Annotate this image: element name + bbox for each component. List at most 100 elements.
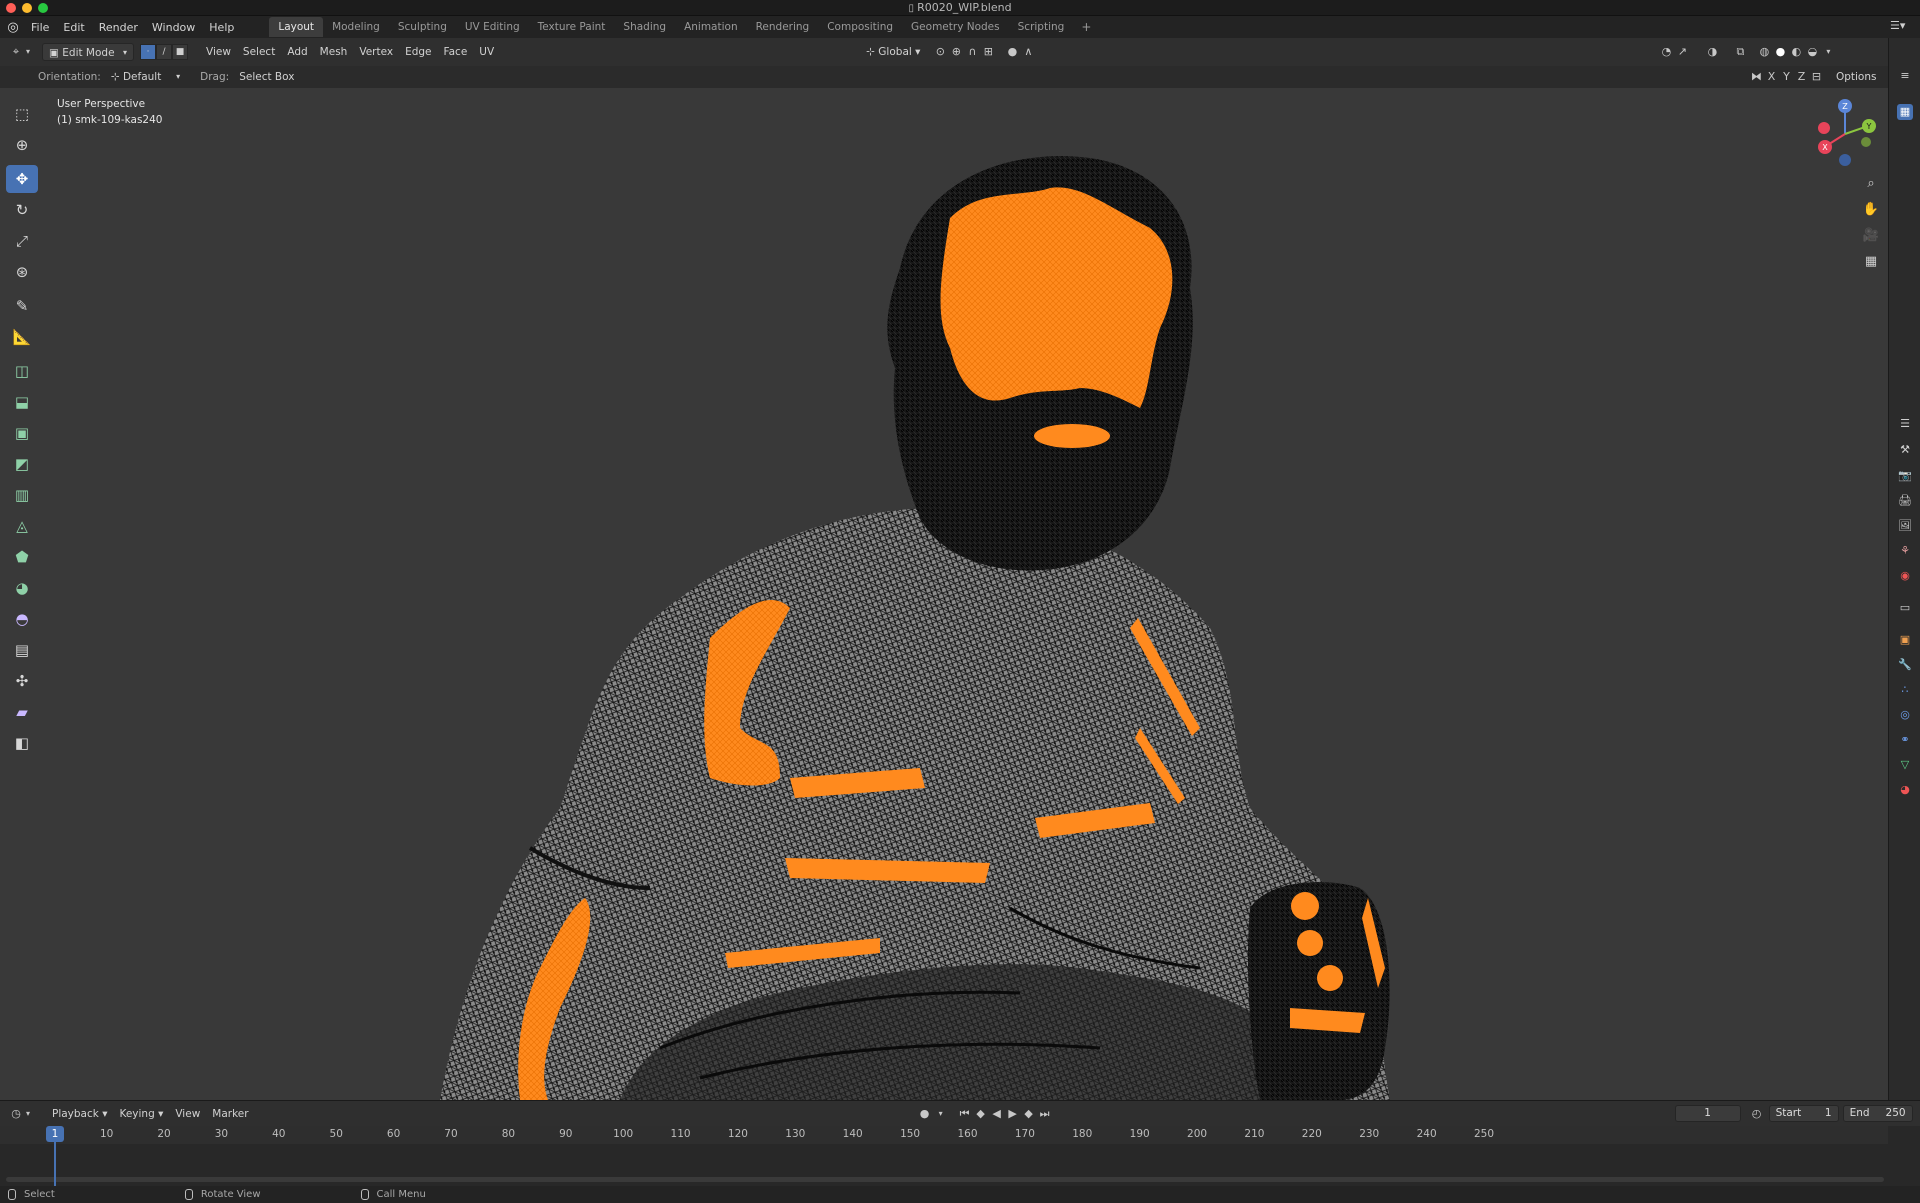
tab-rendering[interactable]: Rendering	[747, 17, 819, 37]
menu-window[interactable]: Window	[145, 21, 202, 34]
add-workspace-button[interactable]: +	[1073, 20, 1099, 34]
edge-slide-tool[interactable]: ▤	[6, 636, 38, 664]
menu-mesh[interactable]: Mesh	[314, 43, 354, 61]
visibility-icon[interactable]: ◔	[1658, 44, 1674, 60]
rotate-tool[interactable]: ↻	[6, 196, 38, 224]
playhead[interactable]	[54, 1142, 56, 1186]
scene-collection-icon[interactable]: ▦	[1897, 104, 1913, 120]
menu-add[interactable]: Add	[281, 43, 313, 61]
tab-animation[interactable]: Animation	[675, 17, 747, 37]
prev-keyframe-icon[interactable]: ◆	[973, 1106, 989, 1122]
menu-edit[interactable]: Edit	[56, 21, 91, 34]
tab-shading[interactable]: Shading	[614, 17, 675, 37]
timeline-scrollbar[interactable]	[6, 1177, 1884, 1182]
constraints-properties-icon[interactable]: ⚭	[1897, 732, 1913, 748]
frame-tick-label[interactable]: 210	[1244, 1128, 1264, 1140]
end-frame-field[interactable]: End 250	[1842, 1105, 1913, 1122]
frame-tick-label[interactable]: 20	[157, 1128, 170, 1140]
frame-tick-label[interactable]: 200	[1187, 1128, 1207, 1140]
xray-icon[interactable]: ⧉	[1732, 44, 1748, 60]
overlay-icon[interactable]: ◑	[1704, 44, 1720, 60]
poly-build-tool[interactable]: ⬟	[6, 543, 38, 571]
timer-icon[interactable]: ◴	[1749, 1106, 1765, 1122]
outliner-icon[interactable]: ≡	[1897, 68, 1913, 84]
smooth-tool[interactable]: ◓	[6, 605, 38, 633]
tab-scripting[interactable]: Scripting	[1009, 17, 1074, 37]
next-keyframe-icon[interactable]: ◆	[1021, 1106, 1037, 1122]
rendered-shading-icon[interactable]: ◒	[1804, 44, 1820, 60]
tool-properties-icon[interactable]: ⚒	[1897, 442, 1913, 458]
gizmo-toggle-icon[interactable]: ↗	[1674, 44, 1690, 60]
loop-cut-tool[interactable]: ▥	[6, 481, 38, 509]
rip-tool[interactable]: ◧	[6, 729, 38, 757]
frame-tick-label[interactable]: 250	[1474, 1128, 1494, 1140]
menu-render[interactable]: Render	[92, 21, 145, 34]
blender-logo-icon[interactable]: ◎	[2, 16, 24, 38]
frame-tick-label[interactable]: 70	[444, 1128, 457, 1140]
snap-icon[interactable]: ⊕	[948, 44, 964, 60]
frame-tick-label[interactable]: 180	[1072, 1128, 1092, 1140]
drag-dropdown[interactable]: Select Box ▾	[233, 68, 305, 101]
annotate-tool[interactable]: ✎	[6, 292, 38, 320]
record-icon[interactable]: ●	[917, 1106, 933, 1122]
transform-tool[interactable]: ⊛	[6, 258, 38, 286]
clock-icon[interactable]: ◷	[8, 1106, 24, 1122]
pan-hand-icon[interactable]: ✋	[1858, 198, 1884, 222]
menu-edge[interactable]: Edge	[399, 43, 437, 61]
mirror-icon[interactable]: ⧓	[1749, 69, 1764, 85]
topology-mirror-icon[interactable]: ⊟	[1809, 69, 1824, 85]
scene-properties-icon[interactable]: ⚘	[1897, 543, 1913, 559]
frame-tick-label[interactable]: 30	[215, 1128, 228, 1140]
options-dropdown[interactable]: Options ▾	[1830, 68, 1888, 101]
vertex-select-button[interactable]: ·	[140, 44, 156, 60]
modifier-properties-icon[interactable]: 🔧	[1897, 657, 1913, 673]
render-properties-icon[interactable]: 📷	[1897, 468, 1913, 484]
tab-compositing[interactable]: Compositing	[818, 17, 902, 37]
collection-properties-icon[interactable]: ▭	[1897, 600, 1913, 616]
start-frame-field[interactable]: Start 1	[1768, 1105, 1839, 1122]
wireframe-shading-icon[interactable]: ◍	[1756, 44, 1772, 60]
mirror-z-toggle[interactable]: Z	[1794, 69, 1809, 85]
tab-layout[interactable]: Layout	[269, 17, 324, 37]
frame-tick-label[interactable]: 220	[1302, 1128, 1322, 1140]
jump-start-icon[interactable]: ⏮	[957, 1106, 973, 1122]
play-reverse-icon[interactable]: ◀	[989, 1106, 1005, 1122]
frame-tick-label[interactable]: 40	[272, 1128, 285, 1140]
add-cube-tool[interactable]: ◫	[6, 357, 38, 385]
spin-tool[interactable]: ◕	[6, 574, 38, 602]
frame-tick-label[interactable]: 140	[843, 1128, 863, 1140]
mode-dropdown[interactable]: ▣ Edit Mode ▾	[42, 43, 134, 61]
extrude-tool[interactable]: ⬓	[6, 388, 38, 416]
physics-properties-icon[interactable]: ◎	[1897, 707, 1913, 723]
tab-sculpting[interactable]: Sculpting	[389, 17, 456, 37]
chevron-down-icon[interactable]: ▾	[1820, 44, 1836, 60]
frame-tick-label[interactable]: 10	[100, 1128, 113, 1140]
solid-shading-icon[interactable]: ●	[1772, 44, 1788, 60]
select-box-tool[interactable]: ⬚	[6, 100, 38, 128]
current-frame-field[interactable]: 1	[1674, 1105, 1741, 1122]
face-select-button[interactable]: ■	[172, 44, 188, 60]
frame-tick-label[interactable]: 160	[957, 1128, 977, 1140]
material-shading-icon[interactable]: ◐	[1788, 44, 1804, 60]
menu-face[interactable]: Face	[438, 43, 474, 61]
pivot-point-icon[interactable]: ⊙	[932, 44, 948, 60]
menu-uv[interactable]: UV	[473, 43, 500, 61]
frame-tick-label[interactable]: 80	[502, 1128, 515, 1140]
zoom-icon[interactable]: ⌕	[1858, 172, 1884, 196]
play-icon[interactable]: ▶	[1005, 1106, 1021, 1122]
orientation-dropdown[interactable]: ⊹ Default ▾	[105, 68, 186, 86]
timeline-view-menu[interactable]: View	[169, 1105, 206, 1123]
frame-ruler[interactable]: 1 10 20 30 40 50 60 70 80 90 100 110 120 130 140 150 160…	[0, 1126, 1888, 1144]
menu-view[interactable]: View	[200, 43, 237, 61]
magnet-icon[interactable]: ∩	[964, 44, 980, 60]
transform-orientation-dropdown[interactable]: ⊹ Global ▾	[860, 43, 926, 61]
view-layer-icon[interactable]: 🖼	[1897, 518, 1913, 534]
mirror-y-toggle[interactable]: Y	[1779, 69, 1794, 85]
edge-select-button[interactable]: /	[156, 44, 172, 60]
knife-tool[interactable]: ◬	[6, 512, 38, 540]
perspective-grid-icon[interactable]: ▦	[1858, 250, 1884, 274]
keying-menu[interactable]: Keying ▾	[113, 1105, 169, 1123]
frame-tick-label[interactable]: 50	[330, 1128, 343, 1140]
marker-menu[interactable]: Marker	[206, 1105, 254, 1123]
jump-end-icon[interactable]: ⏭	[1037, 1106, 1053, 1122]
